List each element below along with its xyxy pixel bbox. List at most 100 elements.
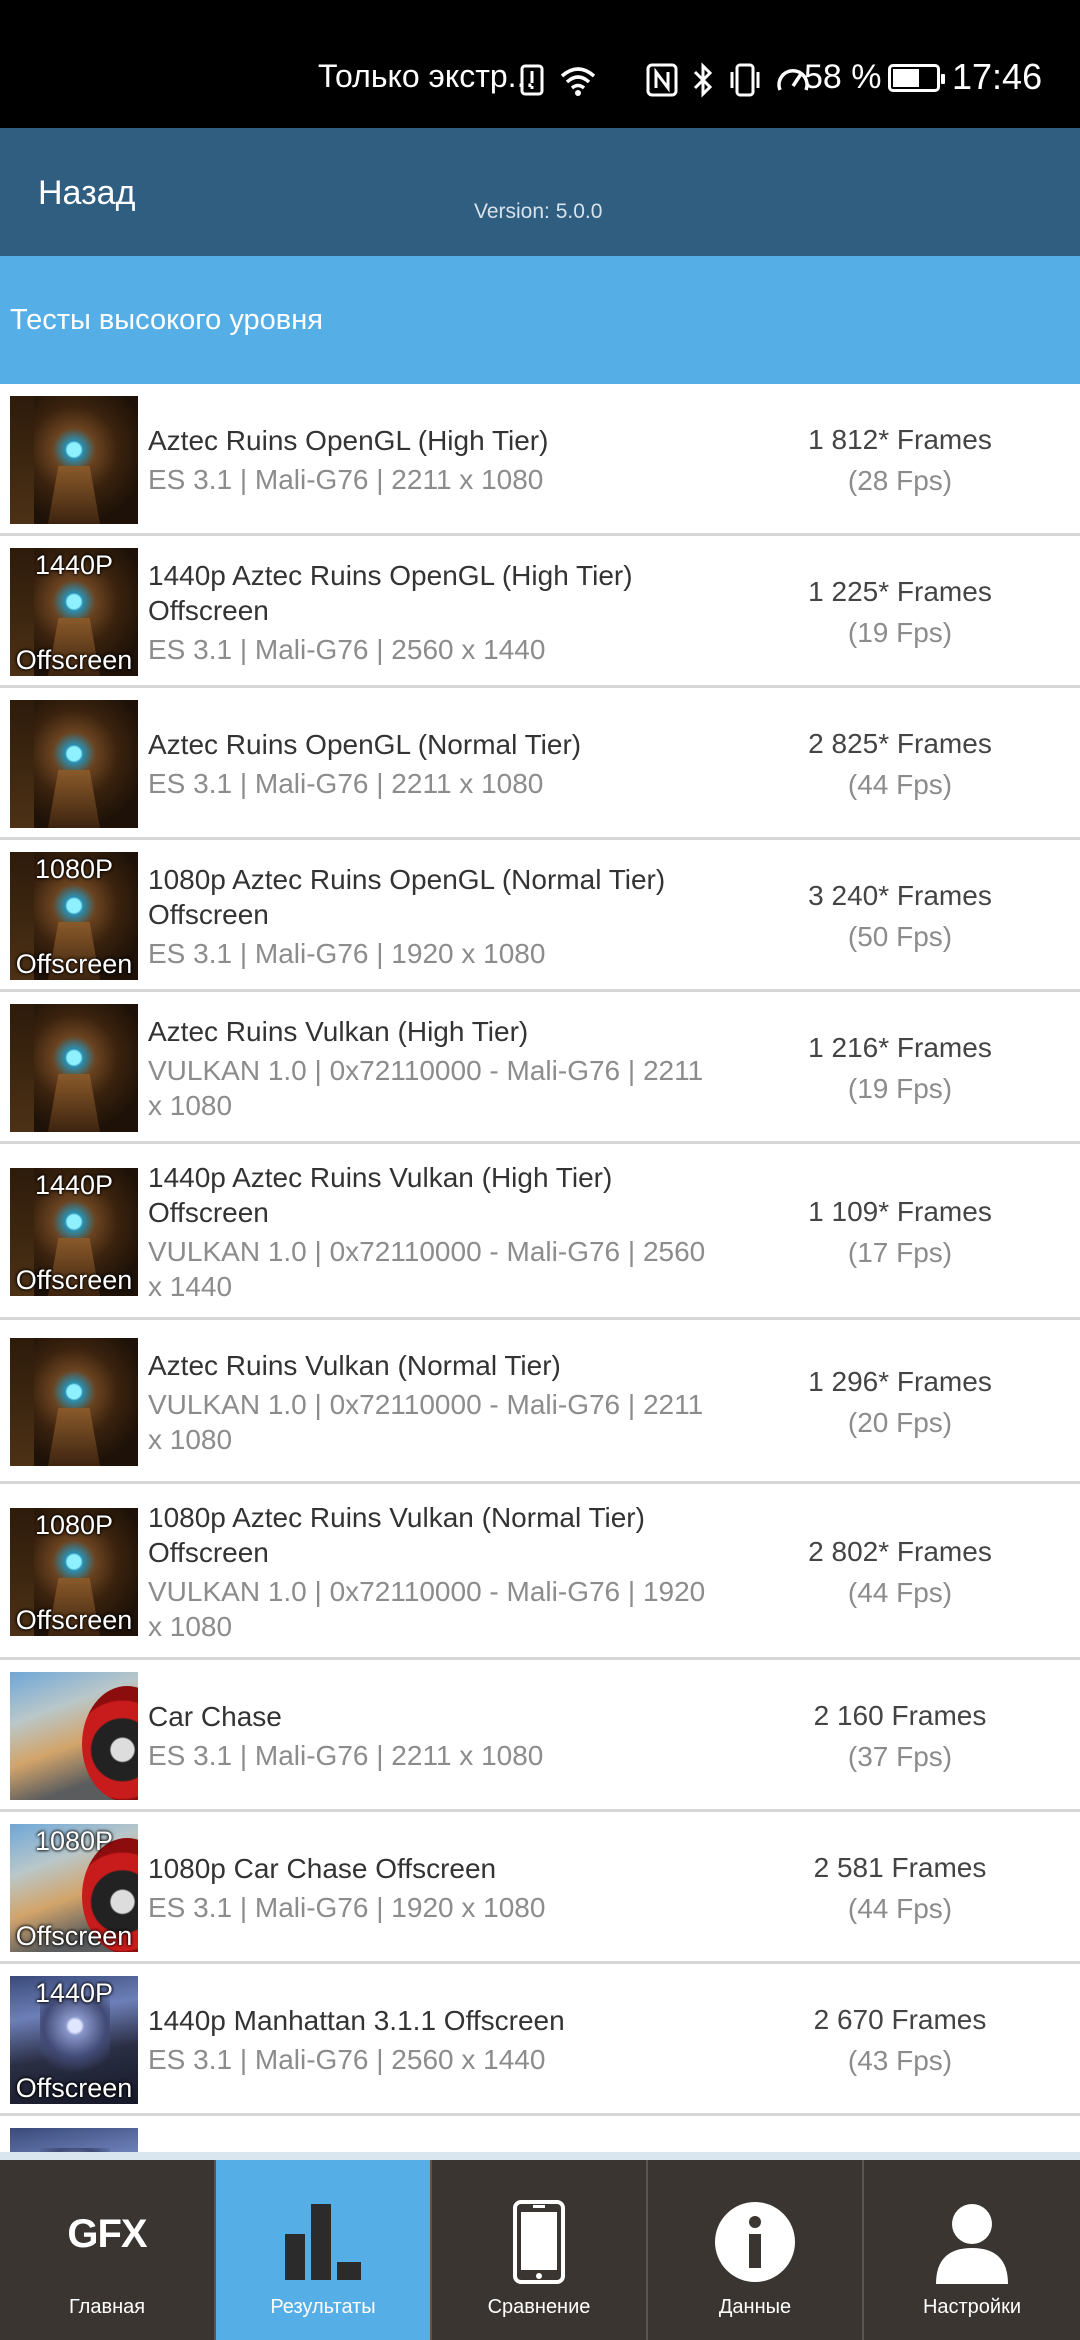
benchmark-detail: ES 3.1 | Mali-G76 | 2211 x 1080	[148, 768, 544, 799]
result-score: 2 160 Frames (37 Fps)	[740, 1695, 1060, 1777]
result-score: 2 802* Frames (44 Fps)	[740, 1531, 1060, 1613]
offscreen-badge: Offscreen	[15, 1265, 133, 1295]
bottom-nav: GFX Главная Результаты Сравнение Данные Настр…	[0, 2152, 1080, 2340]
resolution-badge: 1440P	[34, 1978, 114, 2008]
frames-value: 1 296* Frames	[808, 1366, 992, 1397]
result-row[interactable]: Manhattan 3.12 588* Frames	[0, 2116, 1080, 2152]
benchmark-thumbnail	[10, 1338, 138, 1466]
benchmark-thumbnail	[10, 2128, 138, 2152]
result-row[interactable]: 1440P Offscreen 1440p Manhattan 3.1.1 Offs…	[0, 1964, 1080, 2116]
result-info: Aztec Ruins OpenGL (High Tier) ES 3.1 | M…	[148, 423, 708, 497]
frames-value: 3 240* Frames	[808, 880, 992, 911]
notification-text: Только экстр...	[318, 58, 535, 94]
result-info: 1440p Manhattan 3.1.1 Offscreen ES 3.1 | …	[148, 2003, 708, 2077]
nav-tab-label: Сравнение	[487, 2296, 591, 2318]
benchmark-thumbnail	[10, 1004, 138, 1132]
result-row[interactable]: Car Chase ES 3.1 | Mali-G76 | 2211 x 1080…	[0, 1660, 1080, 1812]
result-row[interactable]: 1080P Offscreen 1080p Aztec Ruins OpenGL (…	[0, 840, 1080, 992]
benchmark-detail: ES 3.1 | Mali-G76 | 1920 x 1080	[148, 938, 546, 969]
vibrate-icon	[730, 63, 760, 97]
result-info: Car Chase ES 3.1 | Mali-G76 | 2211 x 1080	[148, 1699, 708, 1773]
nav-tab-data[interactable]: Данные	[648, 2160, 864, 2340]
frames-value: 1 109* Frames	[808, 1196, 992, 1227]
nav-tab-label: Настройки	[922, 2296, 1022, 2318]
battery-percent: 58 %	[804, 58, 882, 96]
nav-tab-label: Главная	[68, 2296, 146, 2318]
benchmark-detail: ES 3.1 | Mali-G76 | 2211 x 1080	[148, 464, 544, 495]
fps-value: (44 Fps)	[847, 769, 953, 800]
frames-value: 2 670 Frames	[813, 2004, 987, 2035]
benchmark-detail: VULKAN 1.0 | 0x72110000 - Mali-G76 | 192…	[148, 1576, 706, 1642]
result-row[interactable]: 1080P Offscreen 1080p Car Chase Offscreen E…	[0, 1812, 1080, 1964]
fps-value: (50 Fps)	[847, 921, 953, 952]
benchmark-detail: VULKAN 1.0 | 0x72110000 - Mali-G76 | 256…	[148, 1236, 706, 1302]
result-info: 1080p Aztec Ruins Vulkan (Normal Tier) O…	[148, 1500, 708, 1644]
result-row[interactable]: Aztec Ruins OpenGL (High Tier) ES 3.1 | M…	[0, 384, 1080, 536]
benchmark-detail: ES 3.1 | Mali-G76 | 2560 x 1440	[148, 634, 546, 665]
result-score: 1 296* Frames (20 Fps)	[740, 1361, 1060, 1443]
result-info: Aztec Ruins Vulkan (High Tier) VULKAN 1.0…	[148, 1014, 708, 1123]
section-title: Тесты высокого уровня	[10, 304, 323, 336]
benchmark-name: Aztec Ruins Vulkan (High Tier)	[148, 1016, 529, 1047]
offscreen-badge: Offscreen	[15, 645, 133, 675]
benchmark-thumbnail: 1080P Offscreen	[10, 1824, 138, 1952]
result-row[interactable]: Aztec Ruins OpenGL (Normal Tier) ES 3.1 |…	[0, 688, 1080, 840]
benchmark-name: 1080p Aztec Ruins OpenGL (Normal Tier) O…	[148, 864, 666, 930]
nav-tab-results[interactable]: Результаты	[216, 2160, 432, 2340]
result-info: 1080p Aztec Ruins OpenGL (Normal Tier) O…	[148, 862, 708, 971]
benchmark-name: 1440p Aztec Ruins OpenGL (High Tier) Off…	[148, 560, 633, 626]
result-score: 3 240* Frames (50 Fps)	[740, 875, 1060, 957]
fps-value: (17 Fps)	[847, 1237, 953, 1268]
benchmark-thumbnail: 1440P Offscreen	[10, 548, 138, 676]
frames-value: 2 825* Frames	[808, 728, 992, 759]
result-row[interactable]: 1080P Offscreen 1080p Aztec Ruins Vulkan (…	[0, 1484, 1080, 1660]
resolution-badge: 1080P	[34, 854, 114, 884]
bluetooth-icon	[693, 62, 713, 98]
resolution-badge: 1440P	[34, 550, 114, 580]
nav-tab-settings[interactable]: Настройки	[864, 2160, 1080, 2340]
result-info: 1440p Aztec Ruins Vulkan (High Tier) Off…	[148, 1160, 708, 1304]
result-score: 2 581 Frames (44 Fps)	[740, 1847, 1060, 1929]
result-score: 1 812* Frames (28 Fps)	[740, 419, 1060, 501]
nav-tab-label: Данные	[718, 2296, 792, 2318]
fps-value: (44 Fps)	[847, 1893, 953, 1924]
frames-value: 1 216* Frames	[808, 1032, 992, 1063]
benchmark-name: 1080p Aztec Ruins Vulkan (Normal Tier) O…	[148, 1502, 645, 1568]
version-label: Version: 5.0.0	[474, 200, 603, 223]
result-row[interactable]: Aztec Ruins Vulkan (High Tier) VULKAN 1.0…	[0, 992, 1080, 1144]
benchmark-name: 1440p Aztec Ruins Vulkan (High Tier) Off…	[148, 1162, 613, 1228]
nav-tab-compare[interactable]: Сравнение	[432, 2160, 648, 2340]
result-row[interactable]: Aztec Ruins Vulkan (Normal Tier) VULKAN 1…	[0, 1320, 1080, 1484]
benchmark-detail: VULKAN 1.0 | 0x72110000 - Mali-G76 | 221…	[148, 1055, 704, 1121]
fps-value: (37 Fps)	[847, 1741, 953, 1772]
result-info: Aztec Ruins Vulkan (Normal Tier) VULKAN 1…	[148, 1348, 708, 1457]
result-score: 1 109* Frames (17 Fps)	[740, 1191, 1060, 1273]
result-row[interactable]: 1440P Offscreen 1440p Aztec Ruins Vulkan (…	[0, 1144, 1080, 1320]
frames-value: 1 812* Frames	[808, 424, 992, 455]
battery-icon	[888, 64, 945, 92]
wifi-icon	[560, 67, 596, 96]
result-info: 1440p Aztec Ruins OpenGL (High Tier) Off…	[148, 558, 708, 667]
benchmark-name: Car Chase	[148, 1701, 282, 1732]
benchmark-thumbnail: 1080P Offscreen	[10, 852, 138, 980]
benchmark-thumbnail: 1440P Offscreen	[10, 1976, 138, 2104]
offscreen-badge: Offscreen	[15, 949, 133, 979]
phone-icon	[511, 2200, 567, 2289]
resolution-badge: 1080P	[34, 1510, 114, 1540]
info-icon	[713, 2200, 797, 2289]
frames-value: 2 160 Frames	[813, 1700, 987, 1731]
back-button[interactable]: Назад	[38, 174, 135, 213]
nav-tab-home[interactable]: GFX Главная	[0, 2160, 216, 2340]
frames-value: 2 581 Frames	[813, 1852, 987, 1883]
benchmark-name: 1440p Manhattan 3.1.1 Offscreen	[148, 2005, 565, 2036]
section-header: Тесты высокого уровня	[0, 256, 1080, 384]
result-score: 1 225* Frames (19 Fps)	[740, 571, 1060, 653]
offscreen-badge: Offscreen	[15, 1921, 133, 1951]
bar-chart-icon	[281, 2200, 365, 2289]
clock: 17:46	[952, 56, 1043, 97]
result-score: 1 216* Frames (19 Fps)	[740, 1027, 1060, 1109]
results-list[interactable]: Aztec Ruins OpenGL (High Tier) ES 3.1 | M…	[0, 384, 1080, 2152]
result-row[interactable]: 1440P Offscreen 1440p Aztec Ruins OpenGL (…	[0, 536, 1080, 688]
benchmark-detail: ES 3.1 | Mali-G76 | 2560 x 1440	[148, 2044, 546, 2075]
nav-tab-label: Результаты	[270, 2296, 376, 2318]
